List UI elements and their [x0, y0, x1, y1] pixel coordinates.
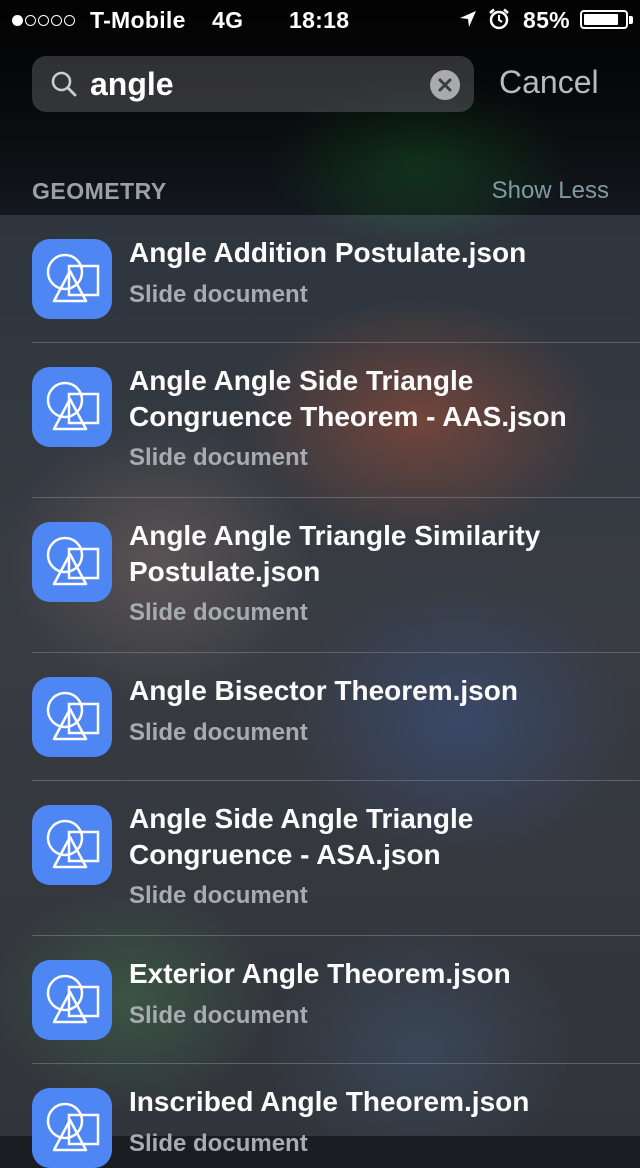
cancel-button[interactable]: Cancel [499, 64, 599, 101]
geometry-shapes-icon [46, 819, 100, 869]
location-arrow-icon [460, 11, 476, 27]
signal-strength [12, 10, 75, 30]
result-item[interactable]: Exterior Angle Theorem.json Slide docume… [0, 936, 640, 1064]
search-icon [51, 71, 77, 97]
app-icon [32, 1088, 112, 1168]
section-title: GEOMETRY [32, 178, 167, 204]
battery-tip [629, 16, 633, 24]
geometry-shapes-icon [46, 253, 100, 303]
result-title: Angle Angle Triangle Similarity Postulat… [129, 520, 541, 587]
result-subtitle: Slide document [129, 1002, 308, 1029]
signal-dot [12, 14, 23, 26]
carrier-name: T-Mobile [90, 7, 186, 33]
network-type: 4G [212, 7, 244, 33]
app-icon [32, 522, 112, 602]
result-subtitle: Slide document [129, 719, 308, 746]
clock: 18:18 [289, 7, 350, 33]
app-icon [32, 960, 112, 1040]
geometry-shapes-icon [46, 691, 100, 741]
geometry-shapes-icon [46, 974, 100, 1024]
result-item[interactable]: Angle Side Angle Triangle Congruence - A… [0, 781, 640, 936]
result-subtitle: Slide document [129, 444, 308, 471]
app-icon [32, 677, 112, 757]
alarm-clock-icon [489, 8, 509, 30]
result-subtitle: Slide document [129, 281, 308, 308]
result-item[interactable]: Angle Angle Triangle Similarity Postulat… [0, 498, 640, 653]
result-title: Angle Angle Side Triangle Congruence The… [129, 365, 567, 432]
app-icon [32, 805, 112, 885]
status-bar: T-Mobile 4G 18:18 85% [0, 0, 640, 40]
result-title: Angle Bisector Theorem.json [129, 675, 518, 706]
battery-icon [580, 10, 628, 29]
result-title: Inscribed Angle Theorem.json [129, 1086, 530, 1117]
result-item[interactable]: Angle Addition Postulate.json Slide docu… [0, 215, 640, 343]
result-title: Exterior Angle Theorem.json [129, 958, 511, 989]
signal-dot [25, 14, 36, 26]
clear-search-button[interactable] [430, 70, 460, 100]
search-field[interactable] [32, 56, 474, 112]
battery-level-fill [584, 14, 618, 25]
results-list: Angle Addition Postulate.json Slide docu… [0, 215, 640, 1168]
app-icon [32, 239, 112, 319]
signal-dot [64, 14, 75, 26]
result-item[interactable]: Inscribed Angle Theorem.json Slide docum… [0, 1064, 640, 1168]
app-icon [32, 367, 112, 447]
result-title: Angle Addition Postulate.json [129, 237, 527, 268]
signal-dot [51, 14, 62, 26]
signal-dot [38, 14, 49, 26]
geometry-shapes-icon [46, 381, 100, 431]
result-subtitle: Slide document [129, 882, 308, 909]
result-subtitle: Slide document [129, 599, 308, 626]
search-input[interactable] [90, 65, 410, 103]
geometry-shapes-icon [46, 1102, 100, 1152]
result-subtitle: Slide document [129, 1130, 308, 1157]
clear-icon [438, 78, 452, 92]
result-item[interactable]: Angle Bisector Theorem.json Slide docume… [0, 653, 640, 781]
result-title: Angle Side Angle Triangle Congruence - A… [129, 803, 474, 870]
show-less-button[interactable]: Show Less [492, 177, 609, 205]
battery-percent: 85% [523, 7, 570, 33]
geometry-shapes-icon [46, 536, 100, 586]
result-item[interactable]: Angle Angle Side Triangle Congruence The… [0, 343, 640, 498]
